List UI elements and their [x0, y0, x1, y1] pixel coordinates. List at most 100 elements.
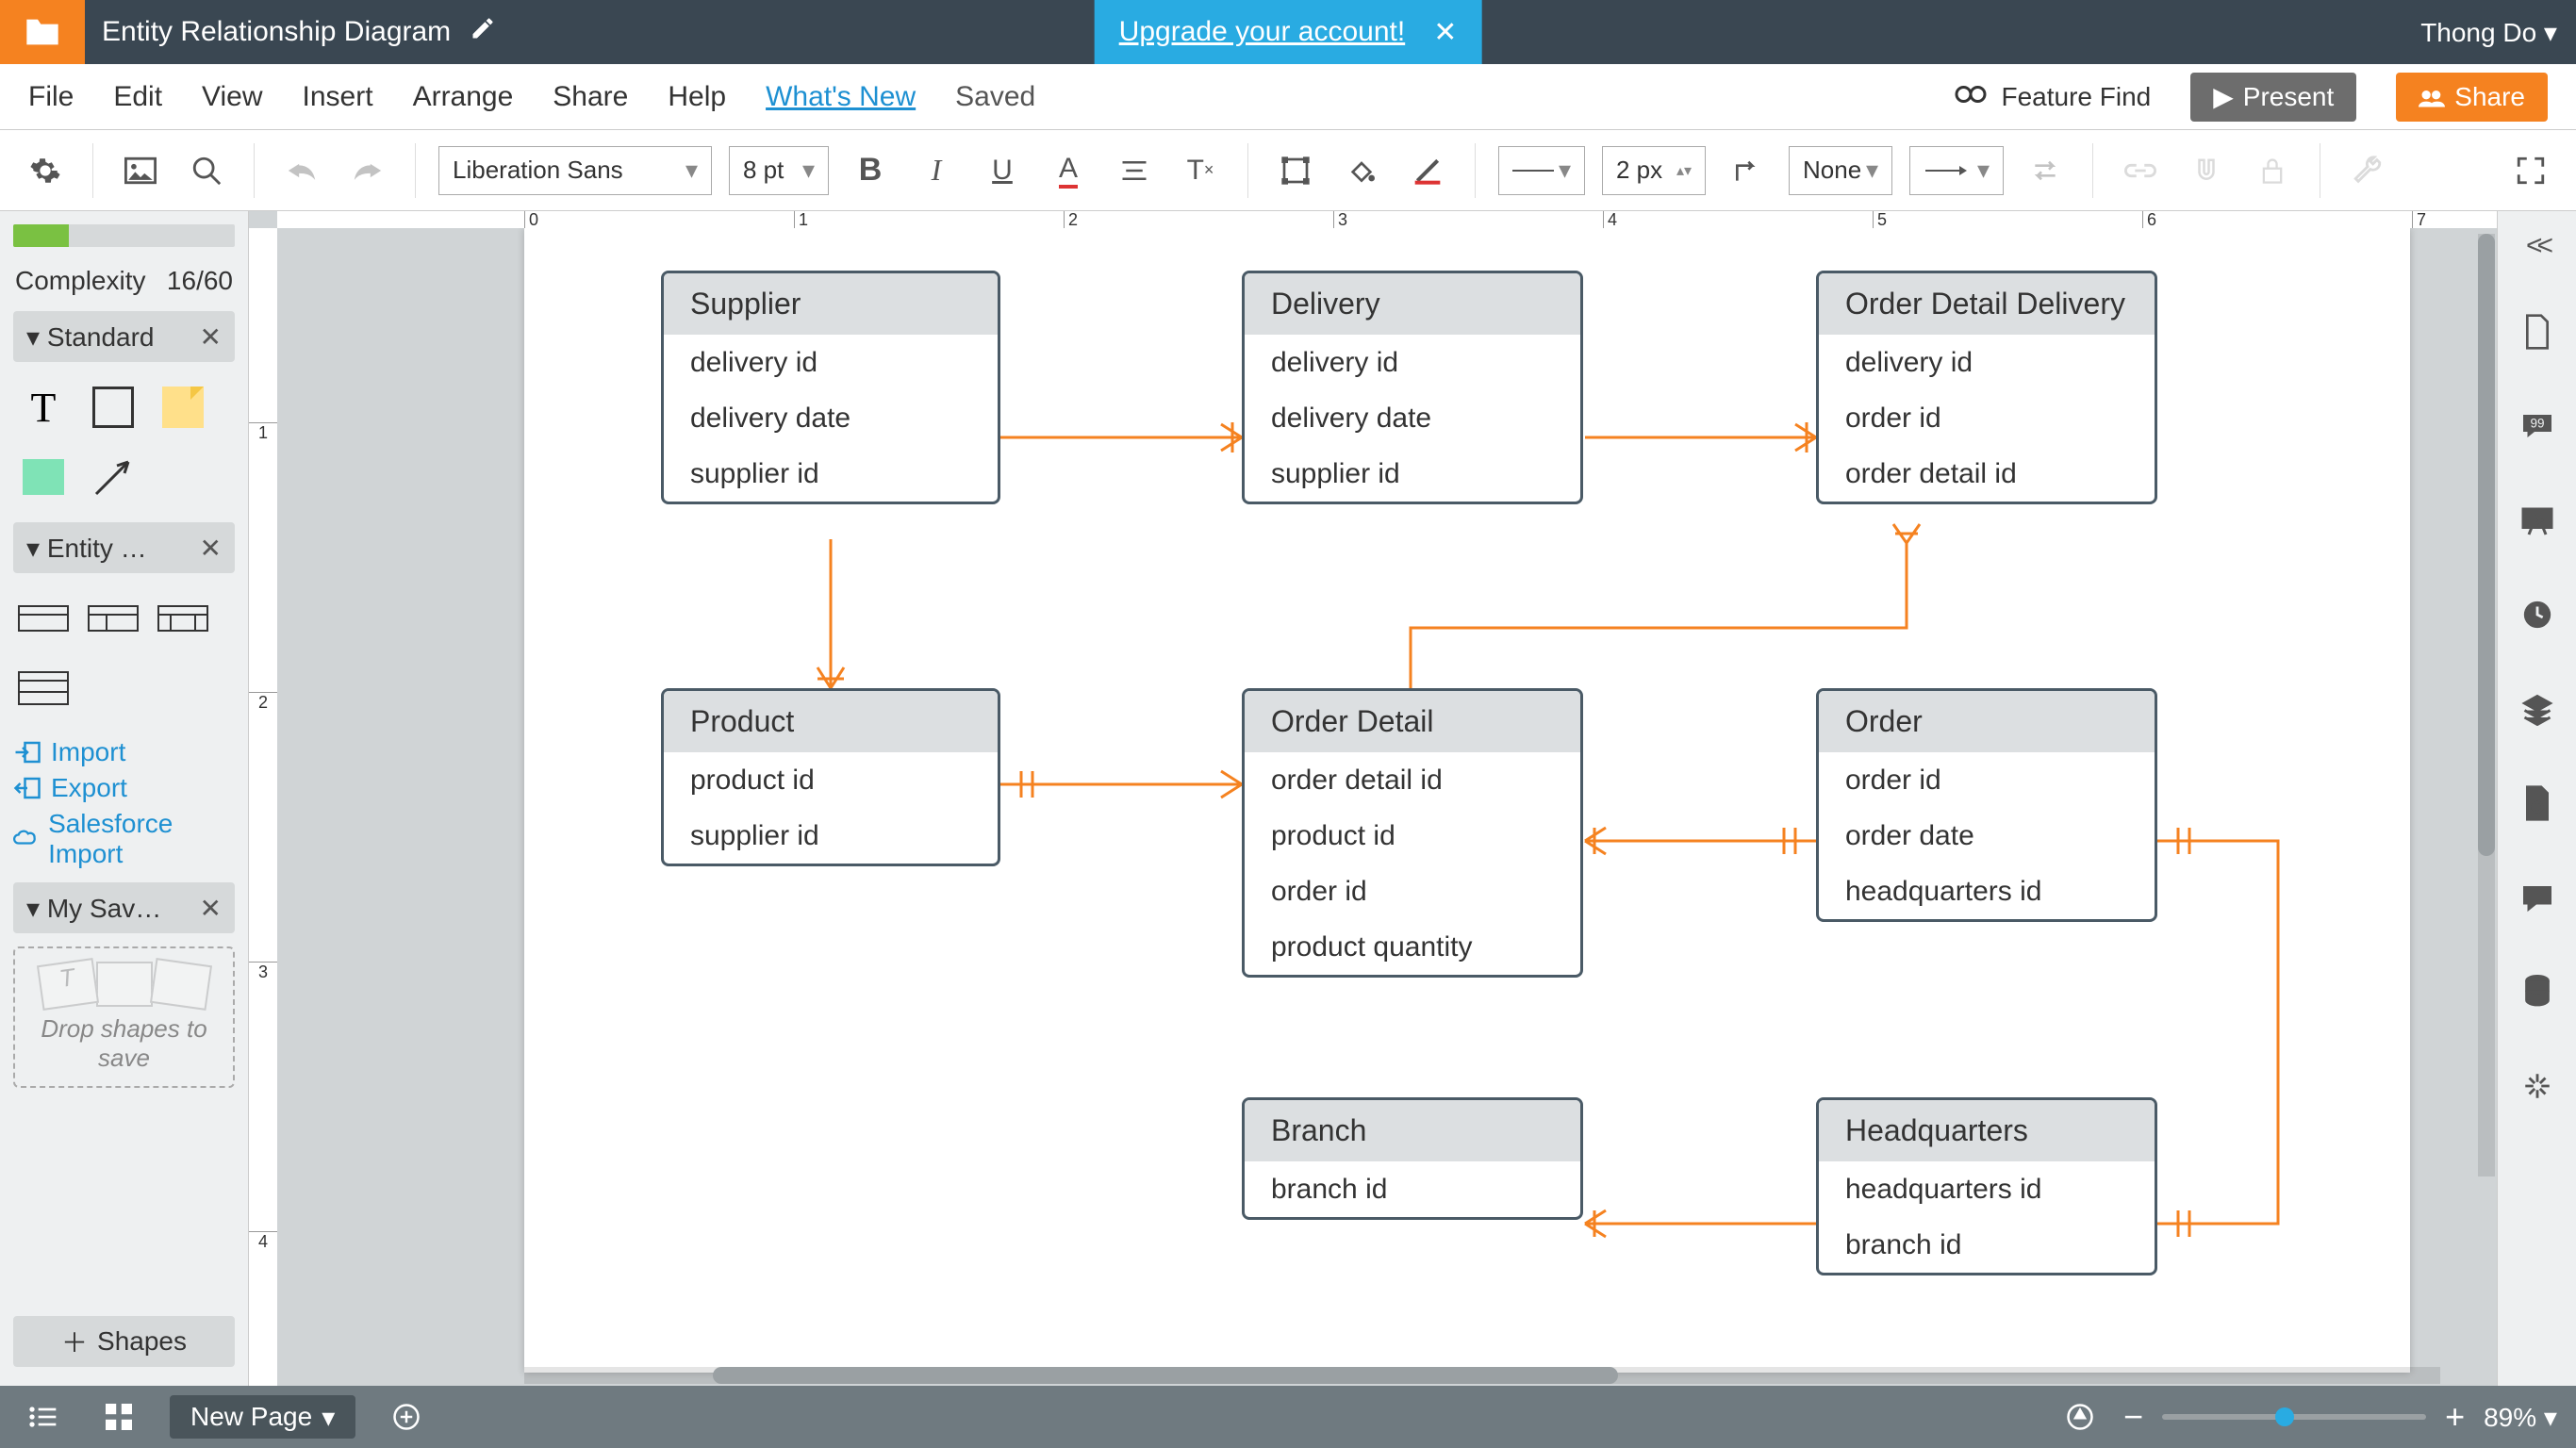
document-title[interactable]: Entity Relationship Diagram — [102, 16, 451, 48]
lock-icon[interactable] — [2248, 146, 2297, 195]
underline-icon[interactable]: U — [978, 146, 1027, 195]
shape-fill-rect[interactable] — [17, 451, 70, 503]
link-icon[interactable] — [2116, 146, 2165, 195]
shape-er1[interactable] — [17, 592, 70, 645]
undo-icon[interactable] — [277, 146, 326, 195]
settings-icon[interactable] — [21, 146, 70, 195]
salesforce-link[interactable]: Salesforce Import — [13, 809, 235, 869]
magnet-icon[interactable] — [2182, 146, 2231, 195]
add-page-icon[interactable] — [382, 1392, 431, 1441]
shape-er4[interactable] — [17, 662, 70, 715]
line-style-select[interactable]: ▾ — [1498, 146, 1585, 195]
shape-arrow[interactable] — [87, 451, 140, 503]
history-icon[interactable] — [2513, 590, 2562, 639]
start-cap-select[interactable]: None▾ — [1789, 146, 1892, 195]
share-button[interactable]: Share — [2396, 73, 2548, 122]
redo-icon[interactable] — [343, 146, 392, 195]
italic-icon[interactable]: I — [912, 146, 961, 195]
fill-icon[interactable] — [1337, 146, 1386, 195]
menu-arrange[interactable]: Arrange — [413, 81, 514, 113]
master-page-icon[interactable] — [2513, 779, 2562, 828]
menu-help[interactable]: Help — [668, 81, 726, 113]
menu-insert[interactable]: Insert — [303, 81, 373, 113]
layers-icon[interactable] — [2513, 684, 2562, 733]
page-icon[interactable] — [2513, 307, 2562, 356]
align-icon[interactable] — [1110, 146, 1159, 195]
user-menu[interactable]: Thong Do ▾ — [2420, 17, 2557, 48]
horizontal-scrollbar[interactable] — [524, 1367, 2440, 1384]
end-cap-select[interactable]: ▾ — [1909, 146, 2004, 195]
import-link[interactable]: Import — [13, 737, 235, 767]
wrench-icon[interactable] — [2343, 146, 2392, 195]
close-icon[interactable]: ✕ — [200, 533, 222, 564]
present-button[interactable]: ▶ Present — [2190, 73, 2356, 122]
entity-supplier[interactable]: Supplier delivery id delivery date suppl… — [661, 271, 1000, 504]
titlebar: Entity Relationship Diagram Upgrade your… — [0, 0, 2576, 64]
close-icon[interactable]: ✕ — [200, 893, 222, 924]
shape-note[interactable] — [157, 381, 209, 434]
page-select[interactable]: New Page ▾ — [170, 1395, 355, 1439]
group-header-saved[interactable]: ▾ My Sav… ✕ — [13, 882, 235, 933]
folder-icon[interactable] — [0, 0, 85, 64]
menu-edit[interactable]: Edit — [113, 81, 162, 113]
fullscreen-icon[interactable] — [2506, 146, 2555, 195]
entity-delivery[interactable]: Delivery delivery id delivery date suppl… — [1242, 271, 1583, 504]
data-icon[interactable] — [2513, 967, 2562, 1016]
clear-format-icon[interactable]: T× — [1176, 146, 1225, 195]
zoom-slider[interactable] — [2162, 1414, 2426, 1420]
zoom-out-icon[interactable]: − — [2123, 1397, 2143, 1437]
entity-order-detail-delivery[interactable]: Order Detail Delivery delivery id order … — [1816, 271, 2157, 504]
canvas[interactable]: Supplier delivery id delivery date suppl… — [277, 228, 2497, 1386]
search-icon[interactable] — [182, 146, 231, 195]
entity-order-detail[interactable]: Order Detail order detail id product id … — [1242, 688, 1583, 978]
vertical-scrollbar[interactable] — [2478, 234, 2495, 1176]
zoom-controls: − + 89% ▾ — [2056, 1392, 2557, 1441]
vertical-ruler: 1 2 3 4 — [249, 228, 277, 1386]
shape-rect[interactable] — [87, 381, 140, 434]
bold-icon[interactable]: B — [846, 146, 895, 195]
line-width-select[interactable]: 2 px▴▾ — [1602, 146, 1706, 195]
save-status: Saved — [955, 81, 1035, 113]
menu-share[interactable]: Share — [553, 81, 628, 113]
feature-find[interactable]: Feature Find — [1954, 80, 2151, 114]
zoom-value[interactable]: 89% ▾ — [2484, 1402, 2557, 1433]
chat-icon[interactable] — [2513, 873, 2562, 922]
export-link[interactable]: Export — [13, 773, 235, 803]
entity-headquarters[interactable]: Headquarters headquarters id branch id — [1816, 1097, 2157, 1275]
sparkle-icon[interactable] — [2513, 1061, 2562, 1111]
shapes-button[interactable]: ＋ Shapes — [13, 1316, 235, 1367]
collapse-dock-icon[interactable]: << — [2526, 230, 2548, 262]
group-header-standard[interactable]: ▾ Standard ✕ — [13, 311, 235, 362]
menu-view[interactable]: View — [202, 81, 262, 113]
shape-text[interactable]: T — [17, 381, 70, 434]
grid-icon[interactable] — [94, 1392, 143, 1441]
autozoom-icon[interactable] — [2056, 1392, 2105, 1441]
presentation-icon[interactable] — [2513, 496, 2562, 545]
entity-product[interactable]: Product product id supplier id — [661, 688, 1000, 866]
rename-icon[interactable] — [470, 15, 496, 49]
upgrade-link[interactable]: Upgrade your account! — [1119, 16, 1406, 48]
menu-file[interactable]: File — [28, 81, 74, 113]
group-header-entity[interactable]: ▾ Entity … ✕ — [13, 522, 235, 573]
reverse-line-icon[interactable] — [2021, 146, 2070, 195]
outline-icon[interactable] — [19, 1392, 68, 1441]
shape-outline-icon[interactable] — [1271, 146, 1320, 195]
menu-whats-new[interactable]: What's New — [766, 81, 916, 113]
text-color-icon[interactable]: A — [1044, 146, 1093, 195]
entity-order[interactable]: Order order id order date headquarters i… — [1816, 688, 2157, 922]
zoom-in-icon[interactable]: + — [2445, 1397, 2465, 1437]
image-icon[interactable] — [116, 146, 165, 195]
upgrade-close-icon[interactable]: ✕ — [1433, 16, 1457, 49]
close-icon[interactable]: ✕ — [200, 321, 222, 353]
line-route-icon[interactable] — [1723, 146, 1772, 195]
shape-er3[interactable] — [157, 592, 209, 645]
shape-er2[interactable] — [87, 592, 140, 645]
entity-branch[interactable]: Branch branch id — [1242, 1097, 1583, 1220]
saved-dropzone[interactable]: T Drop shapes to save — [13, 946, 235, 1088]
font-size-select[interactable]: 8 pt▾ — [729, 146, 829, 195]
shape-panel: Complexity 16/60 ▾ Standard ✕ T ▾ Entity… — [0, 211, 249, 1386]
diagram-page[interactable]: Supplier delivery id delivery date suppl… — [524, 228, 2410, 1373]
font-select[interactable]: Liberation Sans▾ — [438, 146, 712, 195]
line-color-icon[interactable] — [1403, 146, 1452, 195]
comment-icon[interactable]: 99 — [2513, 402, 2562, 451]
